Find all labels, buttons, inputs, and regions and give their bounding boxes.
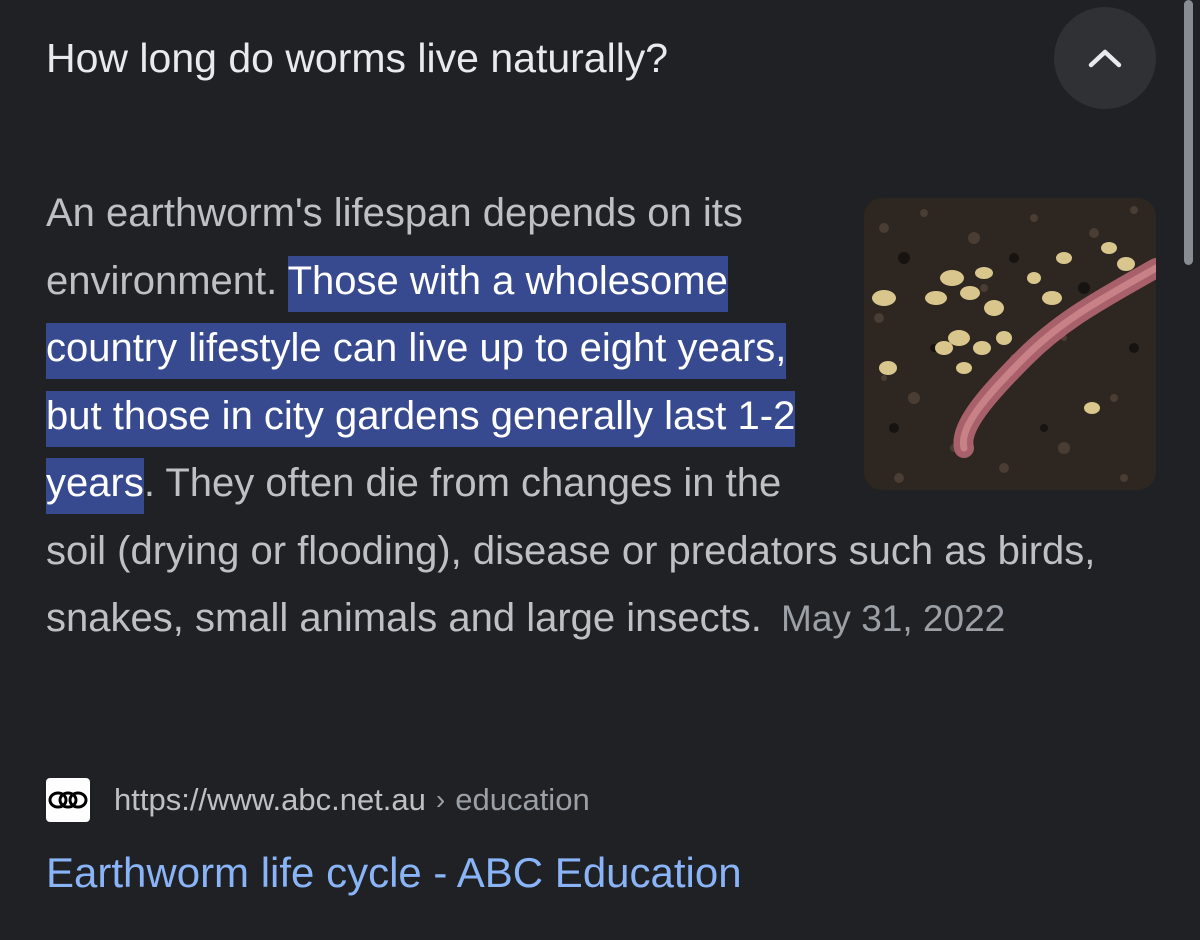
source-link[interactable]: https://www.abc.net.au › education (46, 774, 590, 826)
earthworm-in-soil-image[interactable] (864, 198, 1156, 490)
chevron-up-icon (1088, 49, 1122, 68)
source-url: https://www.abc.net.au (114, 782, 426, 817)
abc-logo-icon (46, 778, 90, 822)
breadcrumb-separator: › (435, 784, 446, 815)
snippet: An earthworm's lifespan depends on its e… (46, 180, 1156, 653)
snippet-date: May 31, 2022 (781, 598, 1006, 639)
collapse-button[interactable] (1054, 7, 1156, 109)
question-title: How long do worms live naturally? (46, 35, 669, 81)
snippet-period: . (143, 461, 155, 505)
scrollbar[interactable] (1184, 0, 1193, 265)
breadcrumb: education (455, 782, 590, 817)
result-title-link[interactable]: Earthworm life cycle - ABC Education (46, 845, 742, 901)
